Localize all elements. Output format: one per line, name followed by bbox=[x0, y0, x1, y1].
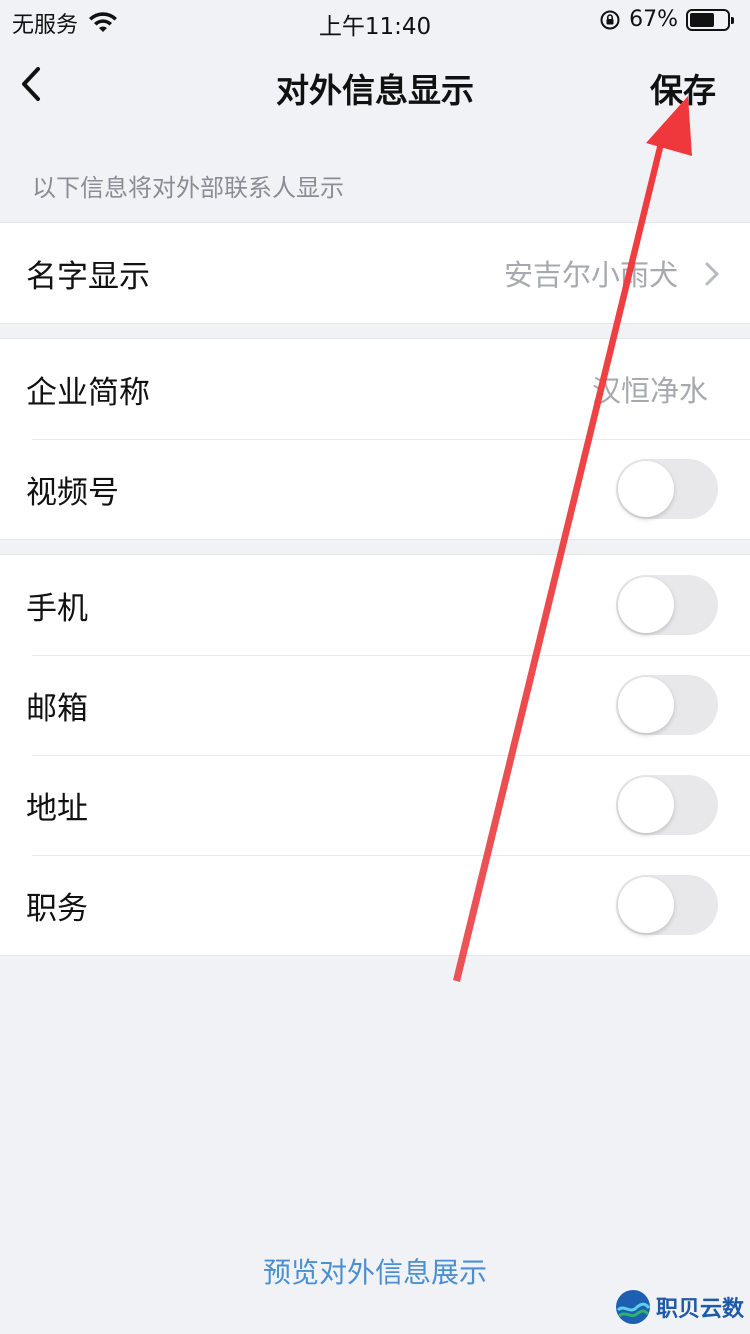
job-title-row: 职务 bbox=[0, 855, 750, 955]
battery-percent: 67% bbox=[629, 7, 678, 32]
company-short-name-label: 企业简称 bbox=[26, 374, 150, 411]
video-account-row: 视频号 bbox=[0, 439, 750, 539]
phone-row: 手机 bbox=[0, 555, 750, 655]
watermark: 职贝云数 bbox=[614, 1288, 744, 1326]
battery-level bbox=[690, 12, 715, 27]
phone-toggle[interactable] bbox=[616, 575, 718, 635]
name-display-value: 安吉尔小雨犬 bbox=[503, 258, 678, 292]
toggle-knob bbox=[618, 777, 674, 833]
video-account-toggle[interactable] bbox=[616, 459, 718, 519]
watermark-text: 职贝云数 bbox=[655, 1297, 744, 1322]
job-title-label: 职务 bbox=[26, 890, 88, 927]
address-label: 地址 bbox=[26, 790, 88, 827]
video-account-label: 视频号 bbox=[26, 474, 119, 511]
job-title-toggle[interactable] bbox=[616, 875, 718, 935]
name-display-row[interactable]: 名字显示 安吉尔小雨犬 bbox=[0, 223, 750, 323]
name-display-label: 名字显示 bbox=[26, 258, 150, 295]
address-toggle[interactable] bbox=[616, 775, 718, 835]
preview-external-info-link[interactable]: 预览对外信息展示 bbox=[0, 1251, 750, 1291]
battery-icon bbox=[686, 8, 734, 31]
section-hint: 以下信息将对外部联系人显示 bbox=[32, 174, 344, 202]
phone-label: 手机 bbox=[26, 590, 88, 627]
navigation-bar: 对外信息显示 保存 bbox=[0, 40, 750, 130]
contact-fields-group: 手机 邮箱 地址 职务 bbox=[0, 554, 750, 956]
toggle-knob bbox=[618, 677, 674, 733]
toggle-knob bbox=[618, 461, 674, 517]
company-group: 企业简称 汉恒净水 视频号 bbox=[0, 338, 750, 540]
email-label: 邮箱 bbox=[26, 690, 88, 727]
chevron-right-icon bbox=[705, 262, 719, 286]
email-row: 邮箱 bbox=[0, 655, 750, 755]
name-display-group: 名字显示 安吉尔小雨犬 bbox=[0, 222, 750, 324]
status-bar: 无服务 上午11:40 67% bbox=[0, 0, 750, 40]
company-short-name-value: 汉恒净水 bbox=[591, 374, 708, 408]
cloud-logo-icon bbox=[615, 1290, 651, 1324]
rotation-lock-icon bbox=[600, 10, 620, 29]
status-right: 67% bbox=[599, 7, 734, 32]
page-title: 对外信息显示 bbox=[276, 71, 474, 110]
save-button[interactable]: 保存 bbox=[650, 64, 716, 112]
email-toggle[interactable] bbox=[616, 675, 718, 735]
address-row: 地址 bbox=[0, 755, 750, 855]
toggle-knob bbox=[618, 577, 674, 633]
toggle-knob bbox=[618, 877, 674, 933]
company-short-name-row[interactable]: 企业简称 汉恒净水 bbox=[0, 339, 750, 439]
